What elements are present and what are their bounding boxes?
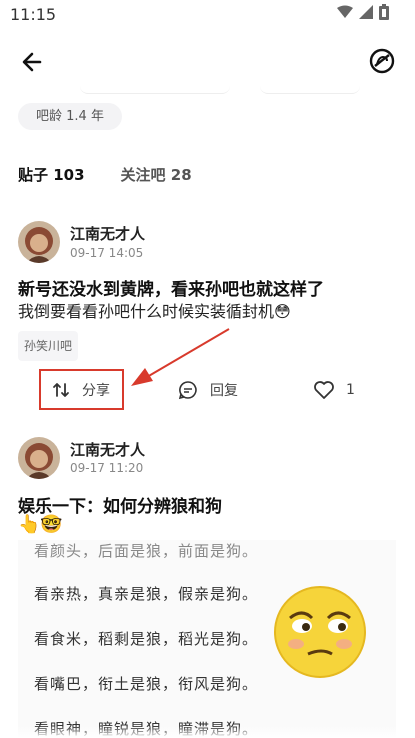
- like-button[interactable]: 1: [314, 370, 355, 410]
- profile-screen: 11:15 吧龄 1.4 年 贴子 103 关注吧 28 江南无才人 09-17…: [0, 0, 415, 738]
- image-text-line: 看亲热，真亲是狼，假亲是狗。: [34, 585, 259, 603]
- post-time: 09-17 14:05: [70, 246, 144, 260]
- like-count: 1: [346, 382, 355, 398]
- image-text-line: 看嘴巴，衔土是狼，衔风是狗。: [34, 675, 259, 693]
- bottom-fade: [0, 726, 415, 738]
- image-text-line: 看颜头，后面是狼，前面是狗。: [34, 542, 259, 560]
- post-image[interactable]: 看颜头，后面是狼，前面是狗。 看亲热，真亲是狼，假亲是狗。 看食米，稻剩是狼，稻…: [18, 540, 396, 738]
- share-highlight-box: [39, 369, 124, 410]
- post-body[interactable]: 我倒要看看孙吧什么时候实装循封机😳: [18, 298, 291, 322]
- forum-tag[interactable]: 孙笑川吧: [18, 331, 79, 361]
- author-name[interactable]: 江南无才人: [70, 439, 145, 460]
- post-title[interactable]: 新号还没水到黄牌，看来孙吧也就这样了: [18, 275, 324, 300]
- annotation-arrow-icon: [131, 328, 230, 386]
- image-text-line: 看食米，稻剩是狼，稻光是狗。: [34, 630, 259, 648]
- post-body[interactable]: 👆🤓: [18, 514, 63, 535]
- author-name[interactable]: 江南无才人: [70, 223, 145, 244]
- post-time: 09-17 11:20: [70, 461, 144, 475]
- heart-icon: [314, 381, 334, 399]
- smug-face-emoji-icon: [274, 586, 366, 678]
- avatar[interactable]: [18, 221, 60, 263]
- avatar[interactable]: [18, 437, 60, 479]
